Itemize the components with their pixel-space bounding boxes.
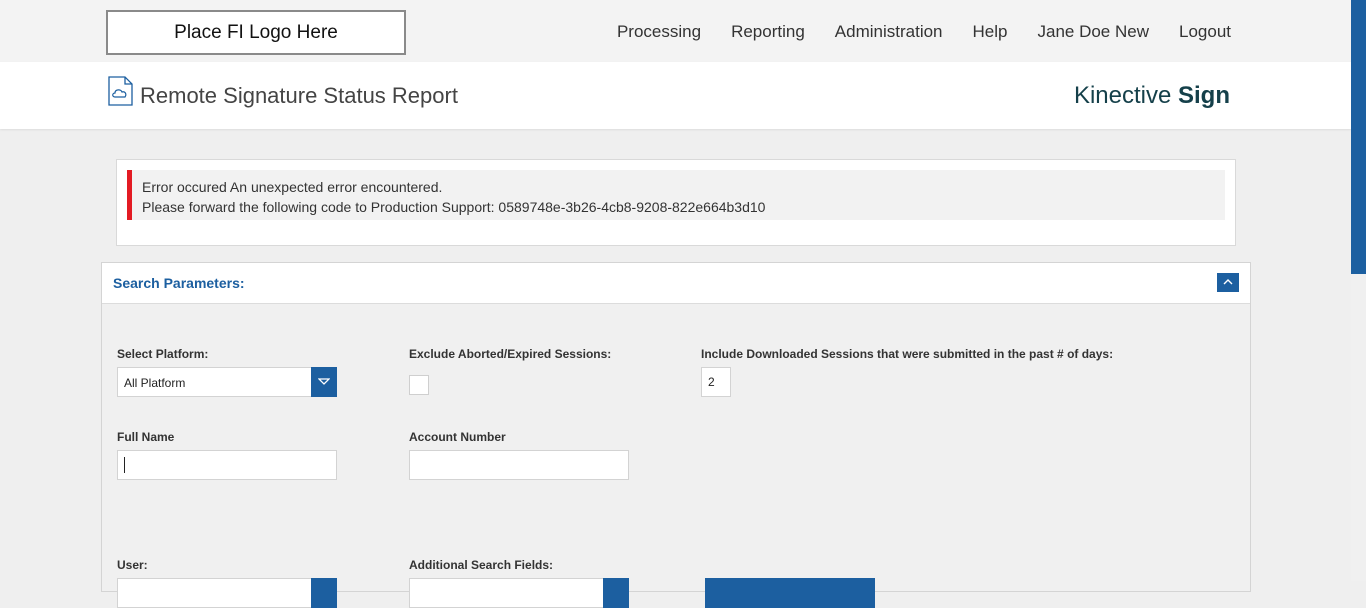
- nav-help[interactable]: Help: [973, 22, 1008, 42]
- account-number-label: Account Number: [409, 430, 506, 444]
- nav-reporting[interactable]: Reporting: [731, 22, 805, 42]
- error-line-1: Error occured An unexpected error encoun…: [142, 179, 443, 195]
- chevron-down-icon: [318, 378, 330, 385]
- search-parameters-panel: Search Parameters: Select Platform: All …: [101, 262, 1251, 608]
- full-name-input[interactable]: [117, 450, 337, 480]
- platform-select[interactable]: All Platform: [117, 367, 337, 397]
- brand-light: Kinective: [1073, 82, 1178, 109]
- error-message: Error occured An unexpected error encoun…: [127, 170, 1225, 220]
- logo-text: Place FI Logo Here: [174, 21, 338, 43]
- platform-label: Select Platform:: [117, 347, 209, 361]
- nav-user-name[interactable]: Jane Doe New: [1037, 22, 1149, 42]
- nav-processing[interactable]: Processing: [617, 22, 701, 42]
- scrollbar-thumb[interactable]: [1351, 0, 1366, 274]
- error-panel: Error occured An unexpected error encoun…: [116, 159, 1236, 246]
- exclude-sessions-label: Exclude Aborted/Expired Sessions:: [409, 347, 612, 361]
- page-title: Remote Signature Status Report: [140, 83, 458, 108]
- additional-fields-dropdown-button[interactable]: [603, 578, 629, 608]
- collapse-button[interactable]: [1217, 273, 1239, 292]
- platform-dropdown-button[interactable]: [311, 367, 337, 397]
- additional-fields-label: Additional Search Fields:: [409, 558, 554, 572]
- text-cursor: [124, 457, 125, 473]
- include-days-input[interactable]: [701, 367, 731, 397]
- search-button[interactable]: [705, 578, 875, 608]
- search-panel-title: Search Parameters:: [113, 275, 245, 291]
- include-downloaded-label: Include Downloaded Sessions that were su…: [701, 347, 1114, 361]
- user-label: User:: [117, 558, 148, 572]
- brand-bold: Sign: [1178, 82, 1230, 109]
- exclude-sessions-checkbox[interactable]: [409, 375, 429, 395]
- user-dropdown-button[interactable]: [311, 578, 337, 608]
- nav-administration[interactable]: Administration: [835, 22, 943, 42]
- platform-select-value: All Platform: [124, 376, 186, 390]
- user-select[interactable]: [117, 578, 313, 608]
- brand-logo: Kinective Sign: [1074, 82, 1230, 110]
- top-nav-bar: Place FI Logo Here Processing Reporting …: [0, 0, 1351, 62]
- additional-fields-select[interactable]: [409, 578, 605, 608]
- nav-logout[interactable]: Logout: [1179, 22, 1231, 42]
- main-nav: Processing Reporting Administration Help…: [587, 22, 1231, 42]
- page-scrollbar[interactable]: [1351, 0, 1366, 581]
- search-panel-header: Search Parameters:: [102, 263, 1250, 304]
- full-name-label: Full Name: [117, 430, 175, 444]
- fi-logo-placeholder[interactable]: Place FI Logo Here: [106, 10, 406, 55]
- account-number-input[interactable]: [409, 450, 629, 480]
- title-bar: Remote Signature Status Report Kinective…: [0, 62, 1351, 129]
- document-cloud-icon: [108, 76, 133, 106]
- chevron-up-icon: [1223, 279, 1233, 285]
- error-line-2: Please forward the following code to Pro…: [142, 199, 766, 215]
